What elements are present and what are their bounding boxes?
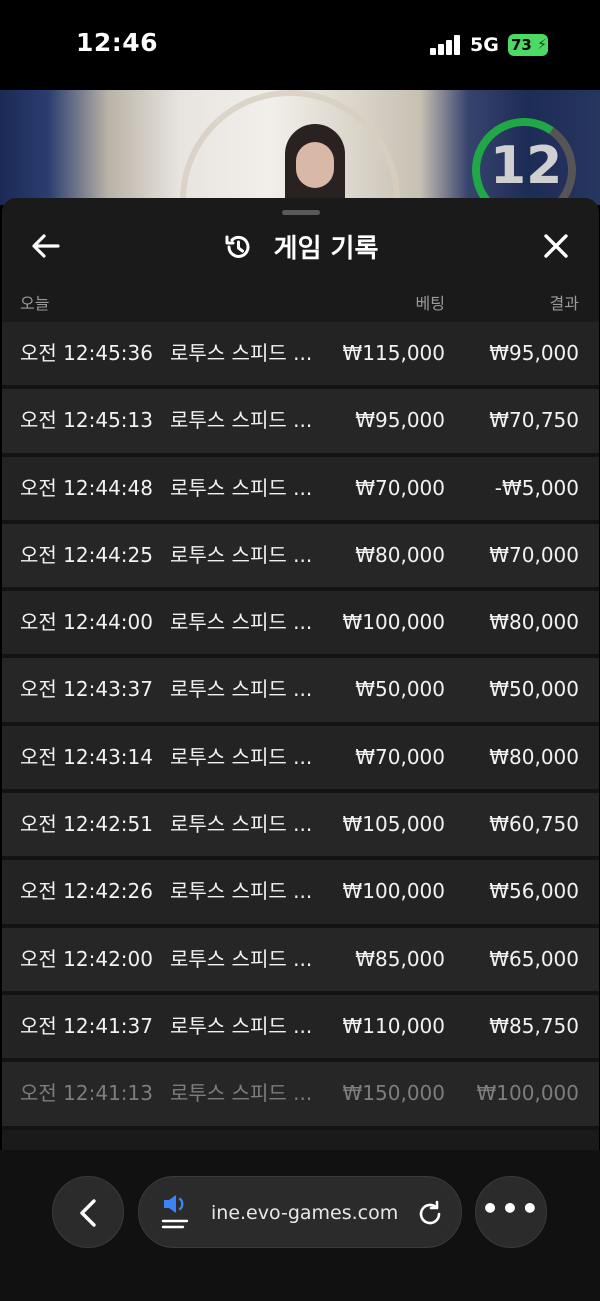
row-time: 오전 12:42:26	[20, 879, 153, 904]
row-time: 오전 12:41:13	[20, 1081, 153, 1106]
row-result: ₩70,750	[489, 408, 579, 433]
row-time: 오전 12:42:00	[20, 946, 153, 971]
row-result: ₩95,000	[489, 341, 579, 365]
page-title: 게임 기록	[273, 234, 379, 264]
close-button[interactable]	[538, 228, 574, 264]
history-row[interactable]: 오전 12:45:13 로투스 스피드 ... ₩95,000 ₩70,750	[2, 389, 599, 457]
row-bet: ₩70,000	[355, 475, 445, 500]
row-game: 로투스 스피드 ...	[170, 542, 313, 567]
row-game: 로투스 스피드 ...	[170, 341, 313, 365]
row-bet: ₩50,000	[355, 677, 445, 702]
sheet-title: 게임 기록	[2, 228, 599, 265]
row-result: ₩56,000	[489, 879, 579, 904]
row-result: ₩85,750	[489, 1013, 579, 1038]
history-row[interactable]: 오전 12:44:48 로투스 스피드 ... ₩70,000 -₩5,000	[2, 456, 599, 524]
column-header-today: 오늘	[20, 294, 50, 313]
row-time: 오전 12:44:48	[20, 475, 153, 500]
row-result: -₩5,000	[494, 475, 579, 500]
dealer-face	[296, 142, 334, 188]
row-bet: ₩100,000	[342, 879, 445, 904]
history-row[interactable]: 오전 12:42:51 로투스 스피드 ... ₩105,000 ₩60,750	[2, 793, 599, 861]
history-row[interactable]: 오전 12:43:14 로투스 스피드 ... ₩70,000 ₩80,000	[2, 725, 599, 794]
row-game: 로투스 스피드 ...	[170, 1013, 313, 1038]
row-game: 로투스 스피드 ...	[170, 610, 313, 635]
battery-level: 73	[511, 36, 532, 54]
row-time: 오전 12:43:37	[20, 677, 153, 702]
row-result: ₩65,000	[489, 946, 579, 971]
row-result: ₩100,000	[476, 1081, 579, 1106]
more-icon: •••	[481, 1192, 541, 1225]
row-game: 로투스 스피드 ...	[170, 408, 313, 433]
history-row[interactable]: 오전 12:42:26 로투스 스피드 ... ₩100,000 ₩56,000	[2, 860, 599, 928]
row-game: 로투스 스피드 ...	[170, 1081, 313, 1106]
history-row[interactable]: 오전 12:42:00 로투스 스피드 ... ₩85,000 ₩65,000	[2, 927, 599, 995]
history-icon	[225, 235, 250, 258]
more-button[interactable]: •••	[475, 1176, 547, 1248]
battery-indicator: 73 ⚡	[508, 34, 548, 56]
column-header-bet: 베팅	[415, 294, 445, 313]
chevron-left-icon	[80, 1199, 96, 1227]
row-bet: ₩105,000	[342, 812, 445, 837]
history-row[interactable]: 오전 12:41:37 로투스 스피드 ... ₩110,000 ₩85,750	[2, 994, 599, 1063]
row-time: 오전 12:44:00	[20, 610, 153, 635]
speaker-icon[interactable]	[161, 1193, 191, 1233]
row-bet: ₩110,000	[342, 1013, 445, 1038]
row-time: 오전 12:42:51	[20, 812, 153, 837]
history-list: 오전 12:45:36 로투스 스피드 ... ₩115,000 ₩95,000…	[2, 322, 599, 1130]
url-text[interactable]: ine.evo-games.com	[211, 1177, 398, 1249]
reload-icon[interactable]	[415, 1199, 445, 1229]
row-bet: ₩80,000	[355, 542, 445, 567]
row-bet: ₩115,000	[342, 341, 445, 365]
row-bet: ₩150,000	[342, 1081, 445, 1106]
row-game: 로투스 스피드 ...	[170, 879, 313, 904]
row-bet: ₩85,000	[355, 946, 445, 971]
row-bet: ₩95,000	[355, 408, 445, 433]
address-bar[interactable]: ine.evo-games.com	[138, 1176, 462, 1248]
row-bet: ₩70,000	[355, 744, 445, 769]
row-game: 로투스 스피드 ...	[170, 475, 313, 500]
row-result: ₩60,750	[489, 812, 579, 837]
row-time: 오전 12:45:36	[20, 341, 153, 365]
close-icon	[544, 234, 568, 258]
status-bar: 12:46 5G 73 ⚡	[0, 0, 600, 90]
signal-icon	[430, 35, 462, 55]
history-row[interactable]: 오전 12:44:25 로투스 스피드 ... ₩80,000 ₩70,000	[2, 523, 599, 592]
browser-back-button[interactable]	[52, 1176, 124, 1248]
network-type: 5G	[470, 34, 499, 56]
row-time: 오전 12:41:37	[20, 1013, 153, 1038]
countdown-timer: 12	[490, 136, 563, 196]
charging-icon: ⚡	[537, 37, 547, 53]
row-result: ₩80,000	[489, 610, 579, 635]
row-game: 로투스 스피드 ...	[170, 744, 313, 769]
game-history-sheet: 게임 기록 오늘 베팅 결과 오전 12:45:36 로투스 스피드 ... ₩…	[2, 198, 599, 1153]
row-time: 오전 12:45:13	[20, 408, 153, 433]
row-game: 로투스 스피드 ...	[170, 946, 313, 971]
row-game: 로투스 스피드 ...	[170, 677, 313, 702]
row-result: ₩70,000	[489, 542, 579, 567]
row-time: 오전 12:43:14	[20, 744, 153, 769]
browser-toolbar: ine.evo-games.com •••	[0, 1150, 600, 1301]
status-time: 12:46	[76, 28, 159, 57]
row-game: 로투스 스피드 ...	[170, 812, 313, 837]
sheet-grabber[interactable]	[282, 210, 320, 215]
history-row[interactable]: 오전 12:41:13 로투스 스피드 ... ₩150,000 ₩100,00…	[2, 1062, 599, 1130]
row-result: ₩80,000	[489, 744, 579, 769]
history-row[interactable]: 오전 12:45:36 로투스 스피드 ... ₩115,000 ₩95,000	[2, 322, 599, 390]
history-row[interactable]: 오전 12:44:00 로투스 스피드 ... ₩100,000 ₩80,000	[2, 591, 599, 659]
column-header-result: 결과	[549, 294, 579, 313]
row-time: 오전 12:44:25	[20, 542, 153, 567]
row-bet: ₩100,000	[342, 610, 445, 635]
row-result: ₩50,000	[489, 677, 579, 702]
history-row[interactable]: 오전 12:43:37 로투스 스피드 ... ₩50,000 ₩50,000	[2, 658, 599, 726]
